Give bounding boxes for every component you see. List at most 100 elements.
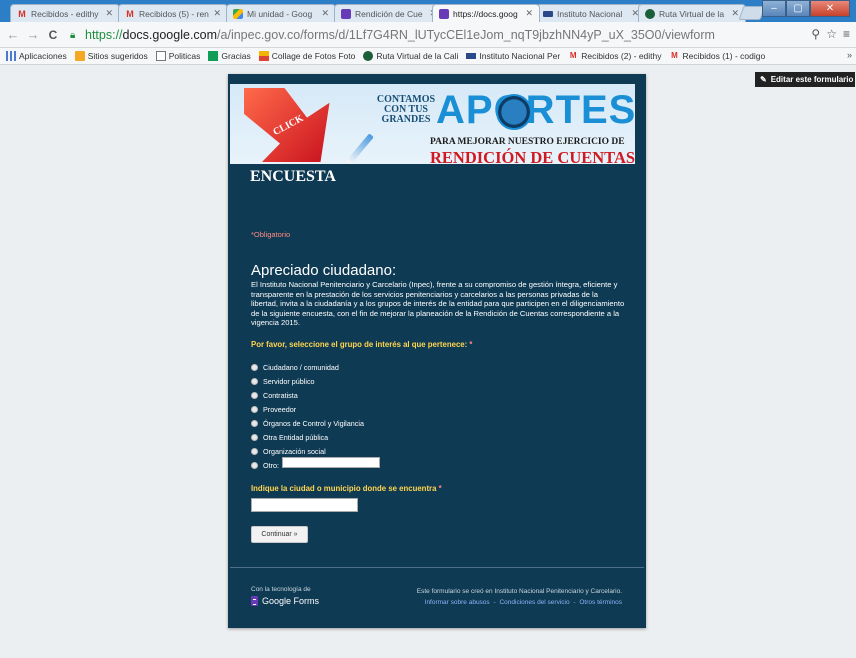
- city-text-input[interactable]: [251, 498, 358, 512]
- bookmark-collage[interactable]: Collage de Fotos Foto: [258, 51, 356, 61]
- radio-button[interactable]: [251, 447, 258, 455]
- radio-button[interactable]: [251, 433, 258, 441]
- radio-button[interactable]: [251, 405, 258, 413]
- bookmark-politicas[interactable]: Politicas: [155, 51, 201, 61]
- radio-option[interactable]: Organización social: [251, 444, 364, 458]
- google-forms-label: Google Forms: [262, 596, 320, 606]
- bookmark-label: Collage de Fotos Foto: [271, 51, 356, 61]
- bookmark-ruta[interactable]: Ruta Virtual de la Cali: [363, 51, 458, 61]
- minimize-button[interactable]: –: [762, 0, 786, 17]
- tab-title: Ruta Virtual de la: [659, 8, 725, 19]
- bookmark-label: Recibidos (2) - edithy: [581, 51, 662, 61]
- interest-group-options: Ciudadano / comunidad Servidor público C…: [251, 360, 364, 472]
- radio-option[interactable]: Ciudadano / comunidad: [251, 360, 364, 374]
- radio-button[interactable]: [251, 377, 258, 385]
- terms-of-service-link[interactable]: Condiciones del servicio: [499, 599, 569, 606]
- url-host: docs.google.com: [122, 28, 218, 42]
- forms-icon: [439, 8, 449, 19]
- drive-icon: [233, 8, 243, 19]
- gmail-icon: M: [18, 8, 26, 19]
- tab-title: Recibidos - edithy: [31, 8, 99, 19]
- banner-aportes: APORTES: [436, 88, 635, 132]
- bookmark-recibidos-2[interactable]: M Recibidos (2) - edithy: [568, 51, 662, 61]
- tab-title: Recibidos (5) - ren: [139, 8, 209, 19]
- address-bar[interactable]: 🔒︎ https://docs.google.com/a/inpec.gov.c…: [70, 26, 808, 44]
- tab-title: Instituto Nacional: [557, 8, 623, 19]
- radio-option[interactable]: Órganos de Control y Vigilancia: [251, 416, 364, 430]
- ruta-icon: [645, 8, 655, 19]
- institute-icon: [543, 10, 553, 17]
- zoom-icon[interactable]: ⚲: [811, 27, 820, 41]
- tab-title: Mi unidad - Goog: [247, 8, 313, 19]
- radio-option-label: Otra Entidad pública: [263, 432, 329, 442]
- lock-icon: 🔒︎: [70, 29, 76, 41]
- bookmarks-overflow-icon[interactable]: »: [847, 50, 852, 60]
- bookmark-star-icon[interactable]: ☆: [826, 27, 837, 41]
- bookmark-suggested[interactable]: Sitios sugeridos: [74, 51, 148, 61]
- banner-encuesta: ENCUESTA: [250, 168, 336, 185]
- toolbar-actions: ⚲ ☆ ≡: [811, 27, 850, 41]
- bookmark-label: Aplicaciones: [19, 51, 67, 61]
- browser-tab-4[interactable]: Rendición de Cue ✕: [334, 4, 444, 22]
- edit-form-button[interactable]: ✎ Editar este formulario: [755, 72, 855, 87]
- footer-separator: -: [573, 599, 576, 606]
- browser-tab-6[interactable]: Instituto Nacional ✕: [536, 4, 646, 22]
- close-tab-icon[interactable]: ✕: [213, 8, 221, 19]
- close-tab-icon[interactable]: ✕: [525, 8, 533, 19]
- footer-powered-by: Con la tecnología de: [251, 586, 311, 593]
- close-window-button[interactable]: ✕: [810, 0, 850, 17]
- required-asterisk: *: [438, 484, 442, 493]
- continue-button[interactable]: Continuar »: [251, 526, 308, 543]
- required-note: *Obligatorio: [251, 230, 291, 239]
- tab-strip: M Recibidos - edithy ✕ M Recibidos (5) -…: [0, 0, 856, 22]
- radio-option-label: Órganos de Control y Vigilancia: [263, 418, 364, 428]
- close-tab-icon[interactable]: ✕: [731, 8, 739, 19]
- bookmark-label: Politicas: [168, 51, 201, 61]
- footer-divider: [230, 567, 644, 568]
- radio-button[interactable]: [251, 461, 258, 469]
- radio-button[interactable]: [251, 391, 258, 399]
- radio-option-label: Ciudadano / comunidad: [263, 362, 339, 372]
- close-tab-icon[interactable]: ✕: [321, 8, 329, 19]
- radio-button[interactable]: [251, 363, 258, 371]
- radio-option[interactable]: Servidor público: [251, 374, 364, 388]
- report-abuse-link[interactable]: Informar sobre abusos: [425, 599, 490, 606]
- bookmark-instituto[interactable]: Instituto Nacional Per: [466, 51, 560, 61]
- google-forms-icon: [251, 596, 258, 606]
- url-scheme: https://: [85, 28, 123, 42]
- google-forms-logo[interactable]: Google Forms: [251, 596, 319, 606]
- forward-icon[interactable]: →: [26, 27, 40, 43]
- gmail-icon: M: [126, 8, 134, 19]
- question-label: Por favor, seleccione el grupo de interé…: [251, 340, 468, 349]
- close-tab-icon[interactable]: ✕: [105, 8, 113, 19]
- form-title: Apreciado ciudadano:: [251, 262, 397, 279]
- browser-tab-1[interactable]: M Recibidos - edithy ✕: [10, 4, 120, 22]
- browser-tab-active[interactable]: https://docs.goog ✕: [432, 4, 540, 22]
- other-text-input[interactable]: [282, 457, 380, 468]
- bookmark-apps[interactable]: Aplicaciones: [6, 51, 67, 61]
- menu-icon[interactable]: ≡: [843, 27, 850, 41]
- radio-option[interactable]: Otra Entidad pública: [251, 430, 364, 444]
- institute-icon: [466, 53, 477, 59]
- radio-option[interactable]: Proveedor: [251, 402, 364, 416]
- radio-option-label: Otro:: [263, 460, 279, 470]
- bookmark-label: Instituto Nacional Per: [479, 51, 561, 61]
- bookmark-label: Gracias: [221, 51, 251, 61]
- maximize-button[interactable]: ▢: [786, 0, 810, 17]
- back-icon[interactable]: ←: [6, 27, 20, 43]
- other-terms-link[interactable]: Otros términos: [579, 599, 622, 606]
- edit-form-label: Editar este formulario: [770, 75, 854, 84]
- bookmark-gracias[interactable]: Gracias: [208, 51, 251, 61]
- browser-tab-2[interactable]: M Recibidos (5) - ren ✕: [118, 4, 228, 22]
- radio-option[interactable]: Contratista: [251, 388, 364, 402]
- inpec-seal-icon: [496, 94, 532, 130]
- gmail-icon: M: [671, 51, 678, 60]
- bookmark-recibidos-1[interactable]: M Recibidos (1) - codigo: [670, 51, 766, 61]
- radio-button[interactable]: [251, 419, 258, 427]
- reload-icon[interactable]: C: [46, 27, 60, 43]
- footer-separator: -: [493, 599, 496, 606]
- browser-tab-7[interactable]: Ruta Virtual de la ✕: [638, 4, 746, 22]
- browser-tab-3[interactable]: Mi unidad - Goog ✕: [226, 4, 336, 22]
- bookmark-label: Recibidos (1) - codigo: [682, 51, 766, 61]
- bookmark-label: Ruta Virtual de la Cali: [376, 51, 459, 61]
